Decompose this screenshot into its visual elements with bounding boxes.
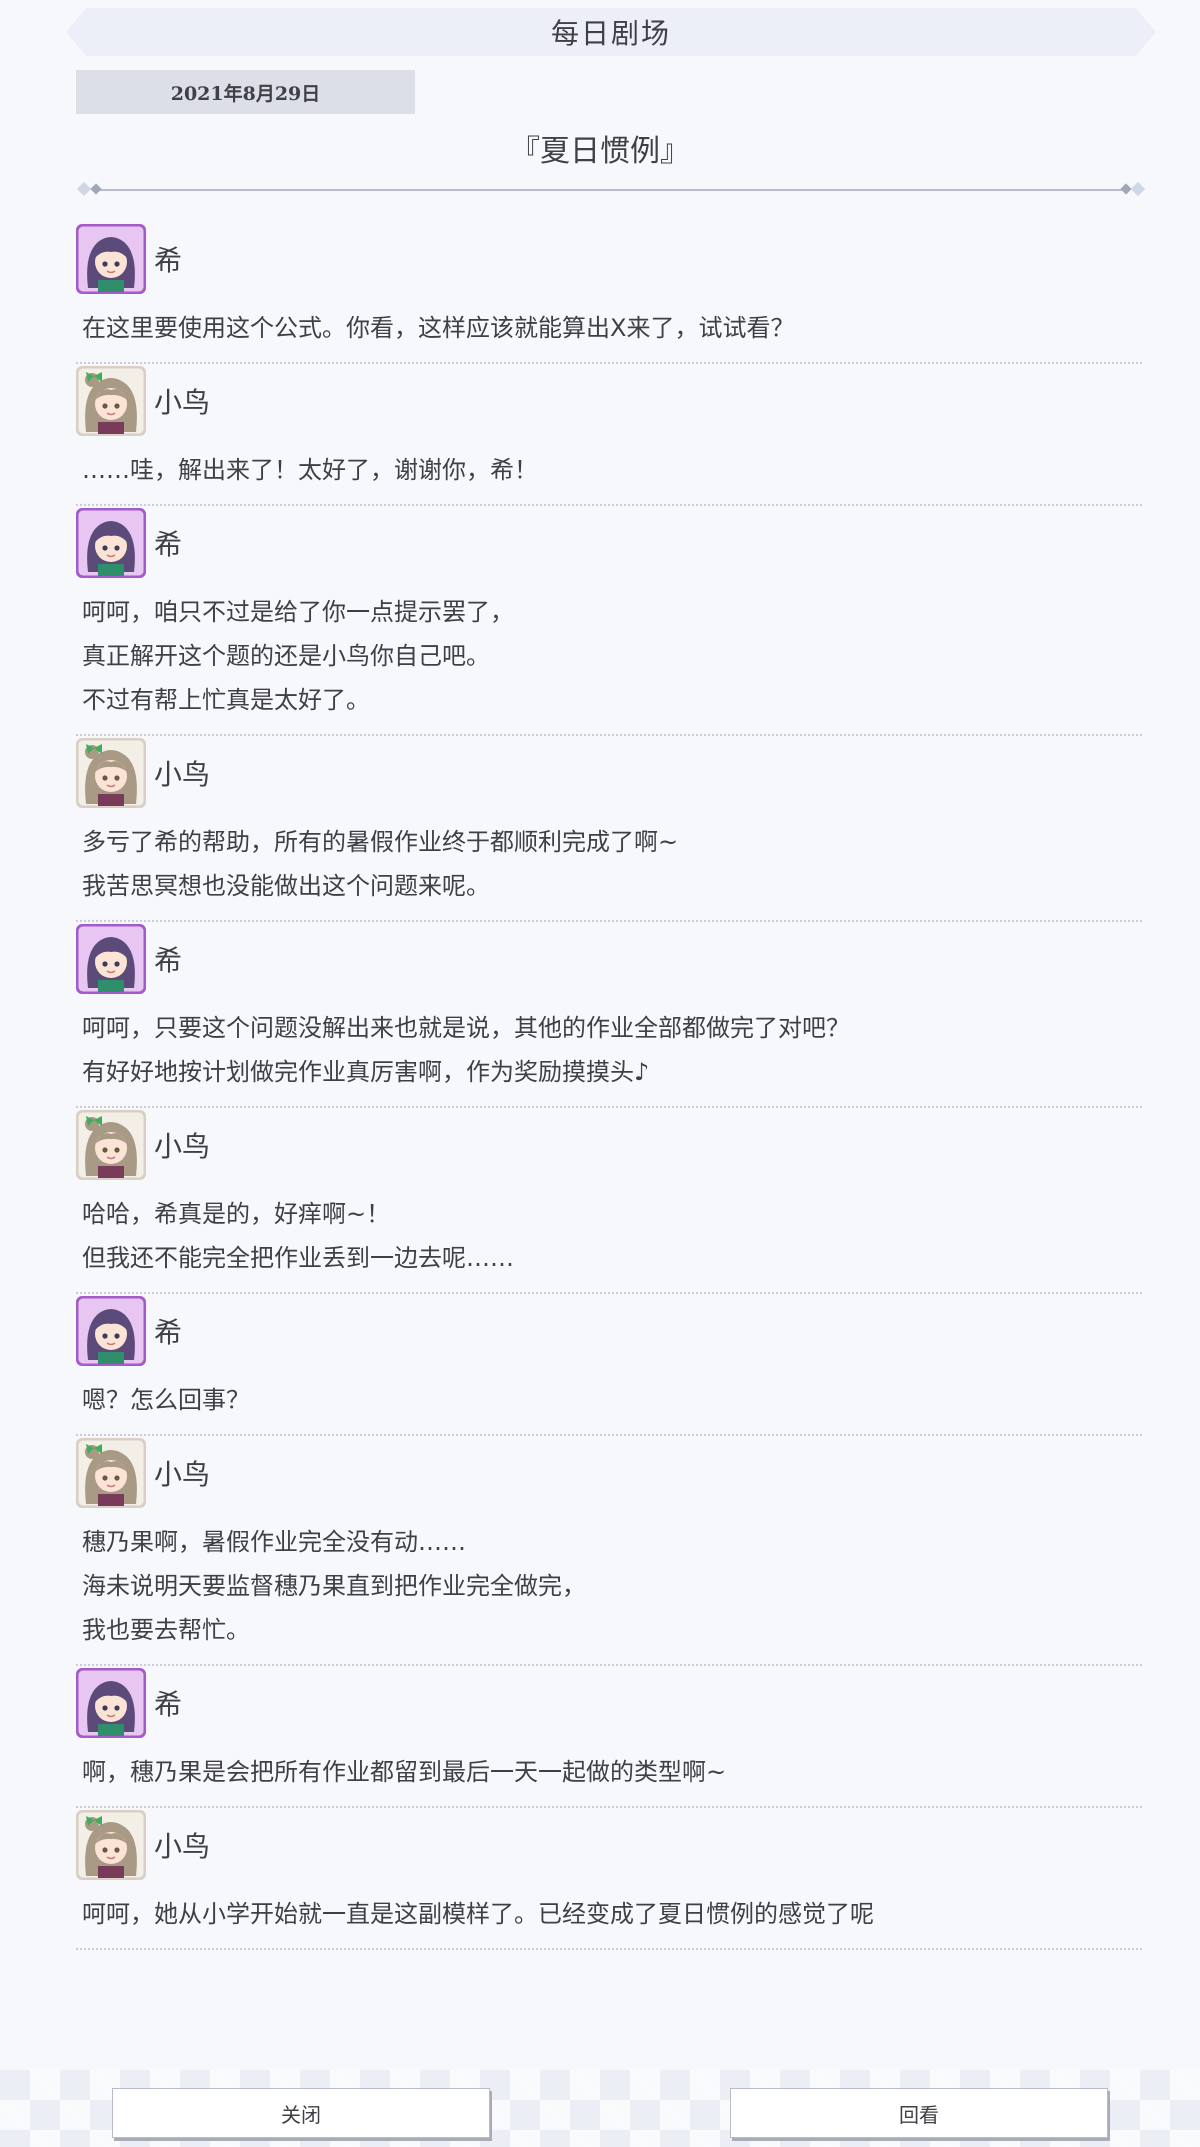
speaker-name: 小鸟 (154, 1130, 211, 1163)
dialogue-line: 啊，穗乃果是会把所有作业都留到最后一天一起做的类型啊~ (82, 1758, 727, 1786)
dialogue-text: 穗乃果啊，暑假作业完全没有动…… 海未说明天要监督穗乃果直到把作业完全做完， 我也要… (76, 1510, 1142, 1664)
nozomi-avatar (76, 508, 146, 578)
kotori-avatar (76, 366, 146, 436)
dialogue-line: 嗯？怎么回事？ (82, 1386, 250, 1414)
speaker-row: 希 (76, 222, 1142, 296)
dialogue-text: 啊，穗乃果是会把所有作业都留到最后一天一起做的类型啊~ (76, 1740, 1142, 1806)
speaker-row: 小鸟 (76, 364, 1142, 438)
dialogue-line: 我苦思冥想也没能做出这个问题来呢。 (82, 872, 490, 900)
dialogue-line: ……哇，解出来了！太好了，谢谢你，希！ (82, 456, 538, 484)
dialogue-line: 穗乃果啊，暑假作业完全没有动…… (82, 1528, 466, 1556)
dialogue-text: 呵呵，只要这个问题没解出来也就是说，其他的作业全部都做完了对吧？ 有好好地按计划做… (76, 996, 1142, 1106)
header-title: 每日剧场 (550, 17, 671, 50)
speaker-name: 希 (154, 1688, 183, 1721)
speaker-row: 希 (76, 506, 1142, 580)
speaker-name: 小鸟 (154, 1830, 211, 1863)
speaker-name: 希 (154, 528, 183, 561)
dialogue-line: 呵呵，咱只不过是给了你一点提示罢了， (82, 598, 514, 626)
dialogue-entry: 希呵呵，只要这个问题没解出来也就是说，其他的作业全部都做完了对吧？ 有好好地按计划… (76, 922, 1142, 1108)
speaker-name: 小鸟 (154, 1458, 211, 1491)
kotori-avatar (76, 1110, 146, 1180)
speaker-row: 希 (76, 1294, 1142, 1368)
dialogue-entry: 小鸟穗乃果啊，暑假作业完全没有动…… 海未说明天要监督穗乃果直到把作业完全做完， 我… (76, 1436, 1142, 1666)
dialogue-line: 但我还不能完全把作业丢到一边去呢…… (82, 1244, 514, 1272)
speaker-row: 小鸟 (76, 1108, 1142, 1182)
dialogue-line: 呵呵，她从小学开始就一直是这副模样了。已经变成了夏日惯例的感觉了呢 (82, 1900, 874, 1928)
nozomi-avatar (76, 224, 146, 294)
date-badge: 2021年8月29日 (76, 70, 415, 114)
dialogue-entry: 小鸟 ……哇，解出来了！太好了，谢谢你，希！ (76, 364, 1142, 506)
dialogue-text: 哈哈，希真是的，好痒啊~！ 但我还不能完全把作业丢到一边去呢…… (76, 1182, 1142, 1292)
kotori-avatar (76, 738, 146, 808)
dialogue-line: 我也要去帮忙。 (82, 1616, 250, 1644)
dialogue-entry: 希在这里要使用这个公式。你看，这样应该就能算出X来了，试试看？ (76, 222, 1142, 364)
dialogue-entry: 希啊，穗乃果是会把所有作业都留到最后一天一起做的类型啊~ (76, 1666, 1142, 1808)
dialogue-text: 呵呵，她从小学开始就一直是这副模样了。已经变成了夏日惯例的感觉了呢 (76, 1882, 1142, 1948)
dialogue-line: 有好好地按计划做完作业真厉害啊，作为奖励摸摸头♪ (82, 1058, 650, 1086)
dialogue-text: 多亏了希的帮助，所有的暑假作业终于都顺利完成了啊~ 我苦思冥想也没能做出这个问题来… (76, 810, 1142, 920)
speaker-row: 小鸟 (76, 1808, 1142, 1882)
dialogue-line: 海未说明天要监督穗乃果直到把作业完全做完， (82, 1572, 586, 1600)
dialogue-line: 真正解开这个题的还是小鸟你自己吧。 (82, 642, 490, 670)
speaker-row: 小鸟 (76, 736, 1142, 810)
dialogue-entry: 小鸟哈哈，希真是的，好痒啊~！ 但我还不能完全把作业丢到一边去呢…… (76, 1108, 1142, 1294)
speaker-row: 小鸟 (76, 1436, 1142, 1510)
dialogue-line: 不过有帮上忙真是太好了。 (82, 686, 370, 714)
dialogue-entry: 希嗯？怎么回事？ (76, 1294, 1142, 1436)
kotori-avatar (76, 1810, 146, 1880)
dialogue-line: 多亏了希的帮助，所有的暑假作业终于都顺利完成了啊~ (82, 828, 679, 856)
nozomi-avatar (76, 1668, 146, 1738)
nozomi-avatar (76, 1296, 146, 1366)
speaker-row: 希 (76, 1666, 1142, 1740)
dialogue-line: 呵呵，只要这个问题没解出来也就是说，其他的作业全部都做完了对吧？ (82, 1014, 850, 1042)
speaker-name: 希 (154, 1316, 183, 1349)
dialogue-entry: 希呵呵，咱只不过是给了你一点提示罢了， 真正解开这个题的还是小鸟你自己吧。 不过有帮… (76, 506, 1142, 736)
header-banner: 每日剧场 (66, 8, 1156, 56)
dialogue-entry: 小鸟多亏了希的帮助，所有的暑假作业终于都顺利完成了啊~ 我苦思冥想也没能做出这个问… (76, 736, 1142, 922)
dialogue-entry: 小鸟呵呵，她从小学开始就一直是这副模样了。已经变成了夏日惯例的感觉了呢 (76, 1808, 1142, 1950)
story-title: 『夏日惯例』 (510, 134, 690, 169)
speaker-name: 希 (154, 244, 183, 277)
footer-bar: 关闭 回看 (0, 2070, 1200, 2147)
dialogue-list[interactable]: 希在这里要使用这个公式。你看，这样应该就能算出X来了，试试看？ 小鸟 ……哇，解出… (76, 222, 1142, 2070)
speaker-row: 希 (76, 922, 1142, 996)
dialogue-line: 哈哈，希真是的，好痒啊~！ (82, 1200, 391, 1228)
dialogue-text: 呵呵，咱只不过是给了你一点提示罢了， 真正解开这个题的还是小鸟你自己吧。 不过有帮上… (76, 580, 1142, 734)
dialogue-text: ……哇，解出来了！太好了，谢谢你，希！ (76, 438, 1142, 504)
date-text: 2021年8月29日 (170, 82, 321, 105)
dialogue-text: 嗯？怎么回事？ (76, 1368, 1142, 1434)
replay-button[interactable]: 回看 (730, 2088, 1108, 2138)
kotori-avatar (76, 1438, 146, 1508)
nozomi-avatar (76, 924, 146, 994)
speaker-name: 小鸟 (154, 758, 211, 791)
speaker-name: 希 (154, 944, 183, 977)
close-button[interactable]: 关闭 (112, 2088, 490, 2138)
dialogue-line: 在这里要使用这个公式。你看，这样应该就能算出X来了，试试看？ (82, 314, 795, 342)
title-divider (76, 181, 1146, 197)
dialogue-text: 在这里要使用这个公式。你看，这样应该就能算出X来了，试试看？ (76, 296, 1142, 362)
speaker-name: 小鸟 (154, 386, 211, 419)
